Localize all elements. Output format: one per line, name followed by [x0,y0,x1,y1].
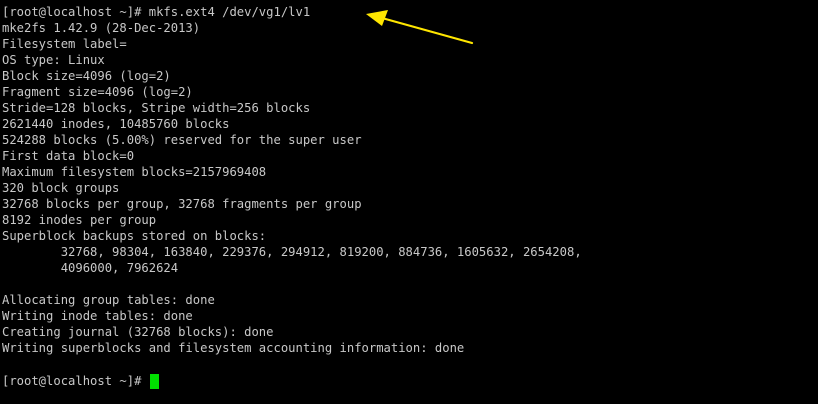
arrow-shaft [380,16,474,45]
output-line: Superblock backups stored on blocks: [2,229,267,243]
output-line: 2621440 inodes, 10485760 blocks [2,117,230,131]
prompt-text: [root@localhost ~]# [2,374,149,388]
output-line: 4096000, 7962624 [2,261,179,275]
output-line: Fragment size=4096 (log=2) [2,85,193,99]
output-line: 32768, 98304, 163840, 229376, 294912, 81… [2,245,582,259]
output-line: Creating journal (32768 blocks): done [2,325,274,339]
output-line: First data block=0 [2,149,135,163]
output-line: Stride=128 blocks, Stripe width=256 bloc… [2,101,311,115]
prompt-line[interactable]: [root@localhost ~]# [2,373,159,389]
output-line: Writing superblocks and filesystem accou… [2,341,465,355]
output-line: Block size=4096 (log=2) [2,69,171,83]
output-line: Maximum filesystem blocks=2157969408 [2,165,267,179]
output-line: 524288 blocks (5.00%) reserved for the s… [2,133,362,147]
output-line: OS type: Linux [2,53,105,67]
output-line: 8192 inodes per group [2,213,157,227]
arrow-annotation-icon [366,10,474,45]
output-line: Allocating group tables: done [2,293,215,307]
terminal-window[interactable]: [root@localhost ~]# mkfs.ext4 /dev/vg1/l… [0,0,818,404]
arrow-head [366,10,388,26]
output-line: Writing inode tables: done [2,309,193,323]
cursor-block [149,373,159,389]
output-line: 320 block groups [2,181,120,195]
output-line: 32768 blocks per group, 32768 fragments … [2,197,362,211]
